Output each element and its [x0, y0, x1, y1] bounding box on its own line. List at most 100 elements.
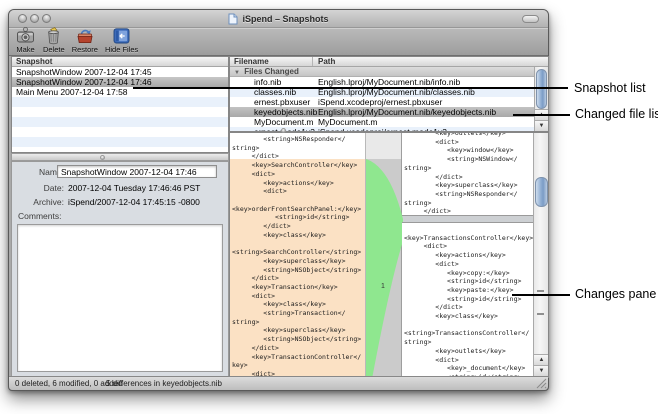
snapshot-list-header[interactable]: Snapshot [12, 57, 228, 67]
changes-pane-callout-label: Changes pane [575, 287, 656, 301]
diff-gutter: 1 [365, 133, 402, 378]
file-name: ernest.pbxuser [254, 97, 310, 107]
code-line: </dict> [232, 222, 365, 231]
diff-right-block-1: <key>outlets</key> <dict> <key>window</k… [402, 133, 533, 216]
file-path: English.lproj/MyDocument.nib/keyedobject… [318, 107, 496, 117]
scroll-down-button[interactable]: ▼ [535, 120, 548, 131]
code-line: string> [232, 144, 365, 153]
code-line: <dict> [404, 260, 533, 269]
diff-scrollbar-thumb[interactable] [535, 177, 548, 207]
file-path: iSpend.xcodeproj/ernest.pbxuser [318, 97, 442, 107]
date-label: Date: [12, 182, 64, 194]
code-line: string> [404, 164, 533, 173]
code-line: <key>_document</key> [404, 364, 533, 373]
code-line: <string>NSObject</string> [232, 335, 365, 344]
restore-folder-icon [74, 26, 96, 46]
code-line: </dict> [404, 173, 533, 182]
window-title: iSpend – Snapshots [9, 13, 548, 25]
code-line: <dict> [404, 242, 533, 251]
diff-right-code-2: <key>TransactionsController</key> <dict>… [404, 225, 533, 378]
name-field[interactable] [57, 165, 217, 178]
delete-button[interactable]: Delete [43, 26, 65, 54]
change-marker-tick [537, 290, 544, 292]
code-line: <string>TransactionsController</ [404, 329, 533, 338]
files-changed-label: Files Changed [244, 67, 299, 76]
resize-grip[interactable] [536, 378, 547, 389]
file-name: MyDocument.m [254, 117, 314, 127]
snapshot-row[interactable]: SnapshotWindow 2007-12-04 17:45 [12, 67, 228, 77]
code-line: <dict> [404, 356, 533, 365]
make-label: Make [16, 46, 34, 54]
snapshot-row[interactable]: SnapshotWindow 2007-12-04 17:46 [12, 77, 228, 87]
code-line: <dict> [232, 292, 365, 301]
code-line: <dict> [232, 187, 365, 196]
change-count-badge: 1 [381, 283, 385, 290]
code-line: <key>TransactionsController</key> [404, 234, 533, 243]
file-rows: info.nibEnglish.lproj/MyDocument.nib/inf… [230, 77, 534, 131]
code-line: <string>Transaction</ [232, 309, 365, 318]
diff-scrollbar[interactable]: ▲ ▼ [533, 133, 549, 377]
code-line: <key>window</key> [404, 146, 533, 155]
file-row[interactable]: info.nibEnglish.lproj/MyDocument.nib/inf… [230, 77, 534, 87]
code-line: <key>orderFrontSearchPanel:</key> [232, 205, 365, 214]
code-line: </dict> [232, 274, 365, 283]
code-line: <string>NSResponder</ [404, 190, 533, 199]
diff-right-block-2: <key>TransactionsController</key> <dict>… [402, 222, 533, 378]
toolbar-toggle-pill[interactable] [522, 15, 539, 23]
code-line: </dict> [232, 344, 365, 353]
toolbar: Make Delete Restore [9, 28, 548, 56]
camera-icon [15, 26, 36, 46]
code-line: <string>NSWindow</ [404, 155, 533, 164]
code-line: <key>SearchController</key> [232, 161, 365, 170]
diff-left-column: <string>NSResponder</string> </dict> <ke… [230, 133, 365, 378]
comments-box[interactable] [17, 224, 223, 372]
archive-value: iSpend/2007-12-04 17:45:15 -0800 [68, 196, 200, 208]
panel-icon [111, 26, 132, 46]
code-line: </dict> [404, 207, 533, 216]
file-list-header[interactable]: Filename Path [230, 57, 548, 67]
splitter-dimple[interactable] [100, 155, 105, 160]
file-row[interactable]: ernest.mode1v3iSpend.xcodeproj/ernest.mo… [230, 127, 534, 131]
right-splitter-dimple[interactable] [281, 128, 286, 133]
code-line: <key>class</key> [232, 231, 365, 240]
code-line: <key>Transaction</key> [232, 283, 365, 292]
changes-pane: <string>NSResponder</ string> </dict> <ke… [229, 132, 549, 378]
disclosure-triangle-icon[interactable]: ▼ [234, 70, 240, 76]
change-marker-tick [537, 313, 544, 315]
left-splitter[interactable] [11, 153, 229, 161]
app-window: iSpend – Snapshots Make [8, 9, 549, 391]
filename-column-header[interactable]: Filename [234, 57, 269, 67]
comments-label: Comments: [18, 210, 61, 222]
screenshot-stage: iSpend – Snapshots Make [0, 0, 658, 414]
code-line: string> [232, 318, 365, 327]
trash-icon [43, 26, 64, 46]
changed-file-list-callout-label: Changed file list [575, 107, 658, 121]
code-line: <key>actions</key> [232, 179, 365, 188]
restore-button[interactable]: Restore [72, 26, 98, 54]
code-line [404, 321, 533, 330]
file-scrollbar-thumb[interactable] [536, 69, 547, 109]
changed-file-list-callout-line [513, 114, 570, 116]
snapshot-list-callout-line [133, 87, 568, 89]
scroll-down-button[interactable]: ▼ [534, 365, 549, 376]
code-line: </dict> [404, 303, 533, 312]
scroll-up-button[interactable]: ▲ [534, 354, 549, 365]
diff-right-code-1: <key>outlets</key> <dict> <key>window</k… [404, 133, 533, 216]
file-row[interactable]: MyDocument.mMyDocument.m [230, 117, 534, 127]
date-value: 2007-12-04 Tuesday 17:46:46 PST [68, 182, 200, 194]
file-row[interactable]: ernest.pbxuser iSpend.xcodeproj/ernest.pb… [230, 97, 534, 107]
delete-label: Delete [43, 46, 65, 54]
column-divider[interactable] [312, 57, 313, 66]
change-connector-shape [366, 133, 403, 378]
code-line: <dict> [232, 170, 365, 179]
files-changed-group-row[interactable]: ▼ Files Changed [230, 67, 548, 77]
file-list-scrollbar[interactable]: ▲ ▼ [534, 67, 548, 131]
hide-files-button[interactable]: Hide Files [105, 26, 138, 54]
diff-right-column: <key>outlets</key> <dict> <key>window</k… [402, 133, 533, 378]
code-line: <key>class</key> [232, 300, 365, 309]
make-button[interactable]: Make [15, 26, 36, 54]
code-line: <string>NSObject</string> [232, 266, 365, 275]
file-row[interactable]: keyedobjects.nibEnglish.lproj/MyDocument… [230, 107, 534, 117]
code-line: <key>outlets</key> [404, 347, 533, 356]
path-column-header[interactable]: Path [318, 57, 335, 67]
